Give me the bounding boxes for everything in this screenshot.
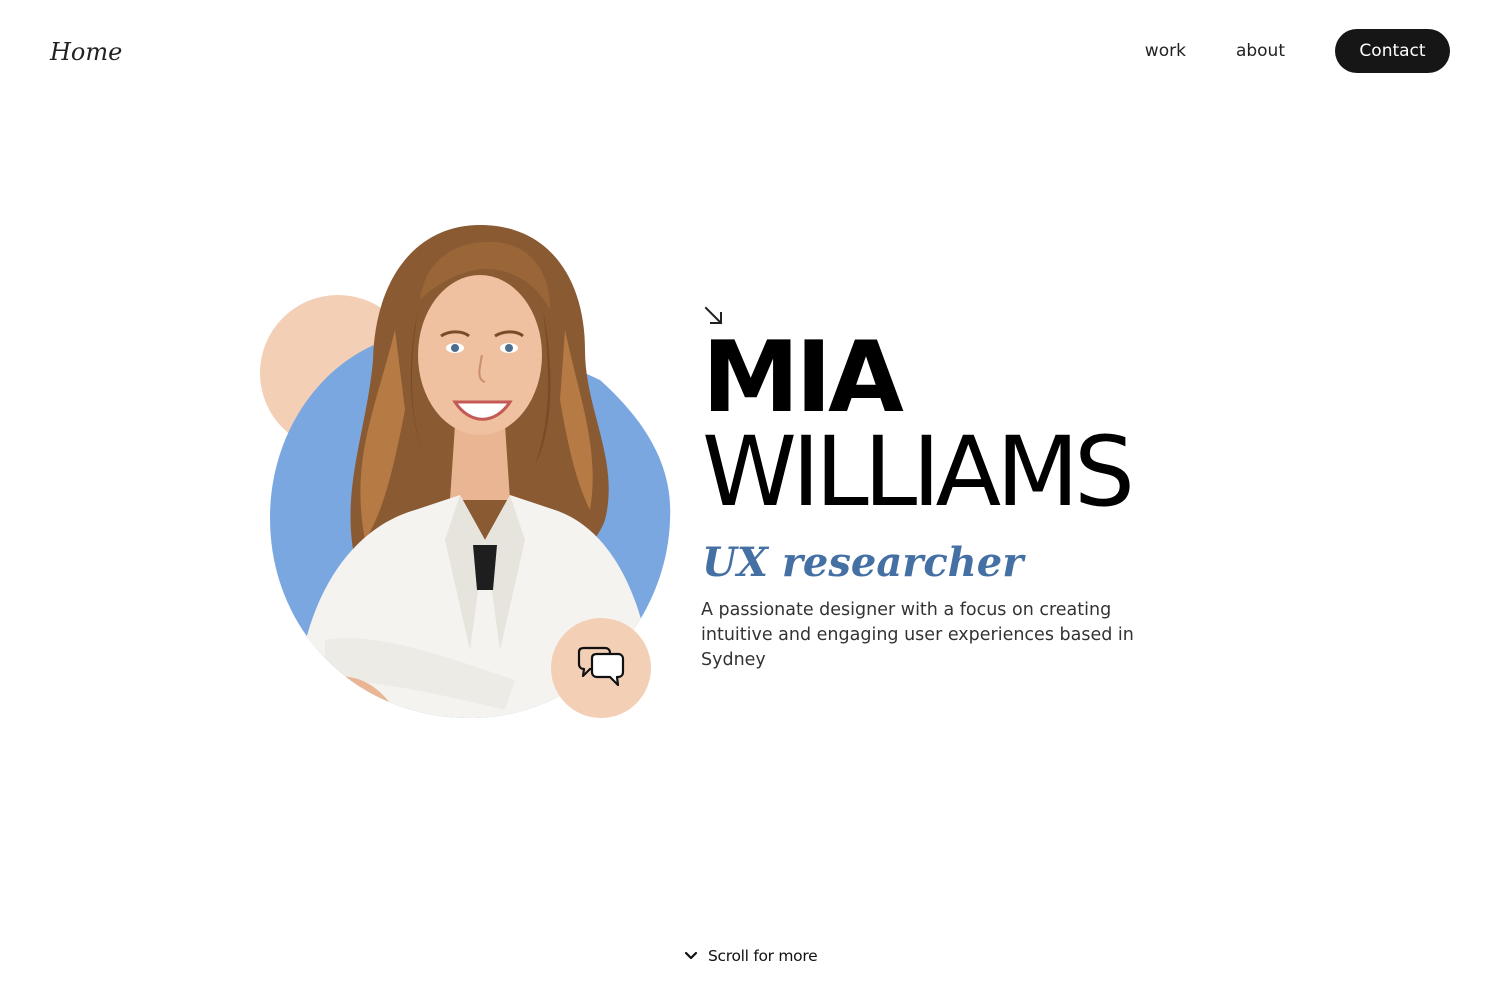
chat-bubbles-icon bbox=[577, 646, 625, 687]
contact-button[interactable]: Contact bbox=[1335, 29, 1450, 73]
hero-portrait bbox=[255, 210, 675, 730]
hero-first-name: MIA bbox=[702, 321, 904, 435]
nav-link-about[interactable]: about bbox=[1236, 41, 1285, 61]
chat-button[interactable] bbox=[551, 618, 651, 718]
scroll-label: Scroll for more bbox=[708, 947, 818, 965]
main-nav: work about Contact bbox=[1145, 29, 1450, 73]
logo-home-link[interactable]: Home bbox=[50, 34, 122, 70]
hero-bio: A passionate designer with a focus on cr… bbox=[701, 600, 1134, 670]
hero-last-name: WILLIAMS bbox=[702, 416, 1135, 528]
chevron-down-icon bbox=[684, 951, 698, 960]
scroll-for-more[interactable]: Scroll for more bbox=[684, 947, 818, 965]
hero-role: UX researcher bbox=[702, 539, 1024, 586]
nav-link-work[interactable]: work bbox=[1145, 41, 1186, 61]
